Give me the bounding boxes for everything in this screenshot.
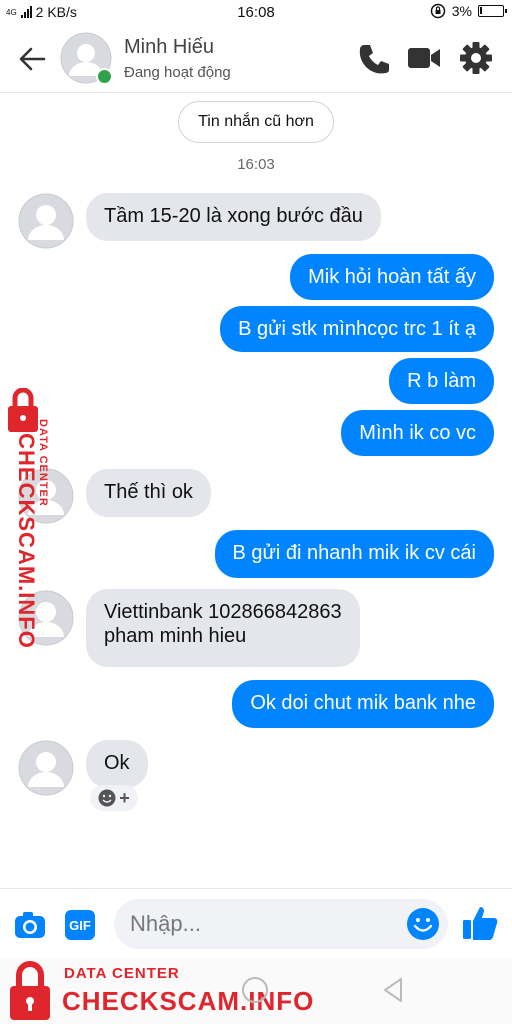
plus-icon: +	[119, 788, 130, 808]
message-bubble-incoming[interactable]: Tầm 15-20 là xong bước đầu	[86, 193, 381, 241]
watermark-brand-vertical: CHECKSCAM.INFO	[14, 433, 39, 649]
emoji-icon[interactable]	[406, 907, 440, 941]
back-nav-icon[interactable]	[380, 976, 406, 1004]
camera-icon[interactable]	[12, 907, 48, 943]
video-call-icon[interactable]	[406, 40, 442, 76]
watermark-brand: CHECKSCAM.INFO	[62, 986, 315, 1016]
message-line: Viettinbank 102866842863	[104, 601, 342, 623]
message-bubble-outgoing[interactable]: Ok doi chut mik bank nhe	[232, 680, 494, 728]
settings-gear-icon[interactable]	[458, 40, 494, 76]
battery-icon	[478, 5, 507, 17]
message-line: pham minh hieu	[104, 625, 247, 647]
sender-avatar[interactable]	[18, 740, 74, 796]
sender-avatar[interactable]	[18, 193, 74, 249]
message-bubble-outgoing[interactable]: Mik hỏi hoàn tất ấy	[290, 254, 494, 300]
message-bubble-outgoing[interactable]: R b làm	[389, 358, 494, 404]
watermark-label-vertical: DATA CENTER	[37, 419, 49, 507]
message-bubble-outgoing[interactable]: Mình ik co vc	[341, 410, 494, 456]
message-bubble-outgoing[interactable]: B gửi stk mìnhcọc trc 1 ít ạ	[220, 306, 494, 352]
battery-percent: 3%	[451, 3, 472, 19]
contact-name[interactable]: Minh Hiếu	[124, 36, 214, 59]
message-bubble-incoming[interactable]: Thế thì ok	[86, 469, 211, 517]
rotation-lock-icon	[430, 3, 446, 19]
home-nav-icon[interactable]	[240, 975, 270, 1005]
message-bubble-outgoing[interactable]: B gửi đi nhanh mik ik cv cái	[214, 530, 494, 578]
vertical-watermark: CHECKSCAM.INFO DATA CENTER	[4, 388, 58, 649]
message-bubble-incoming[interactable]: Viettinbank 102866842863 pham minh hieu	[86, 589, 360, 667]
add-reaction-button[interactable]: +	[90, 785, 138, 811]
message-bubble-incoming[interactable]: Ok	[86, 740, 148, 788]
chat-header: Minh Hiếu Đang hoạt động	[0, 26, 512, 93]
back-button[interactable]	[14, 42, 50, 76]
status-bar: 4G 2 KB/s 16:08 3%	[0, 0, 512, 26]
message-input[interactable]: Nhập...	[114, 899, 448, 949]
watermark-lock-icon	[10, 961, 50, 1020]
smiley-icon	[98, 789, 116, 807]
gif-icon[interactable]: GIF	[62, 907, 98, 943]
online-indicator	[96, 68, 113, 85]
contact-status: Đang hoạt động	[124, 64, 231, 81]
watermark-label: DATA CENTER	[64, 965, 180, 982]
back-arrow-icon	[19, 47, 46, 71]
older-messages-button[interactable]: Tin nhắn cũ hơn	[178, 101, 334, 143]
thumbs-up-icon[interactable]	[460, 903, 500, 943]
status-right: 3%	[430, 3, 507, 19]
message-timestamp: 16:03	[237, 156, 275, 173]
message-input-placeholder: Nhập...	[130, 911, 201, 936]
message-composer: GIF Nhập...	[0, 888, 512, 959]
phone-call-icon[interactable]	[356, 40, 392, 76]
svg-text:GIF: GIF	[69, 918, 91, 933]
